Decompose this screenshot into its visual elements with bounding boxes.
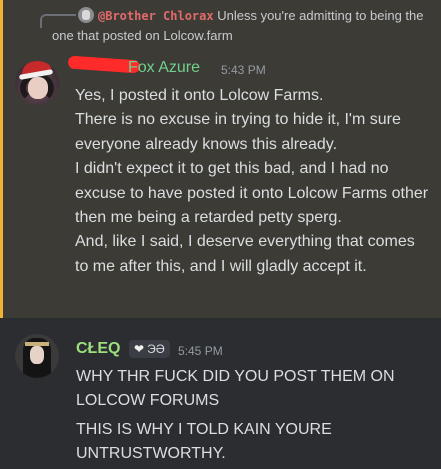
message-content: WHY THR FUCK DID YOU POST THEM ON LOLCOW… bbox=[76, 365, 432, 469]
heart-icon: ❤ bbox=[134, 342, 145, 356]
message-line: I didn't expect it to get this bad, and … bbox=[75, 160, 429, 227]
avatar[interactable] bbox=[15, 334, 59, 378]
message-line: Yes, I posted it onto Lolcow Farms. bbox=[75, 87, 324, 104]
reply-preview[interactable]: @Brother Chlorax Unless you're admitting… bbox=[52, 6, 432, 46]
timestamp: 5:45 PM bbox=[178, 344, 223, 358]
chat-messages: @Brother Chlorax Unless you're admitting… bbox=[0, 0, 441, 469]
mentioned-message: @Brother Chlorax Unless you're admitting… bbox=[0, 0, 441, 318]
message-line: And, like I said, I deserve everything t… bbox=[75, 233, 415, 275]
timestamp: 5:43 PM bbox=[221, 63, 266, 77]
mention-accent-bar bbox=[0, 0, 3, 318]
username[interactable]: Fox Azure bbox=[128, 59, 200, 77]
message-line: WHY THR FUCK DID YOU POST THEM ON LOLCOW… bbox=[76, 368, 395, 410]
avatar[interactable] bbox=[15, 61, 59, 105]
server-tag-text: ЭƏ bbox=[147, 342, 165, 356]
reply-mention[interactable]: @Brother Chlorax bbox=[98, 9, 214, 23]
message-line: THIS IS WHY I TOLD KAIN YOURE UNTRUSTWOR… bbox=[76, 420, 332, 463]
username[interactable]: CŁEQ bbox=[76, 340, 120, 358]
reply-avatar[interactable] bbox=[78, 7, 94, 23]
message-line: There is no excuse in trying to hide it,… bbox=[75, 111, 401, 153]
message-content: Yes, I posted it onto Lolcow Farms. Ther… bbox=[75, 84, 431, 279]
server-tag-badge[interactable]: ❤ ЭƏ bbox=[129, 340, 170, 358]
